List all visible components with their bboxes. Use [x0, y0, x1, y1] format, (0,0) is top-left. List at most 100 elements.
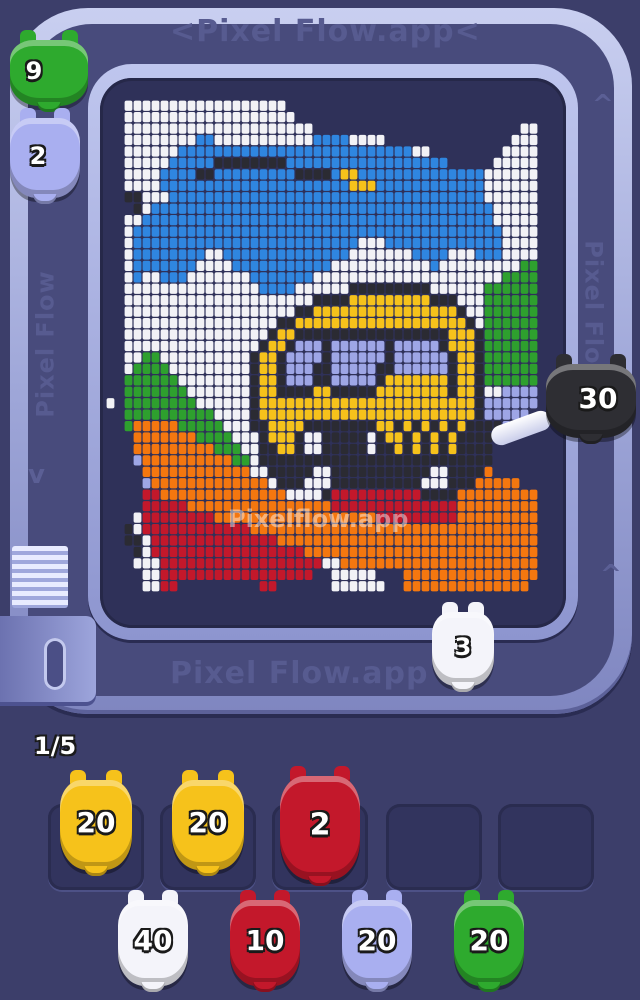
pixel-block — [322, 432, 331, 443]
pixel-block — [349, 226, 358, 237]
pixel-block — [196, 455, 205, 466]
pixel-block — [358, 203, 367, 214]
pixel-block — [160, 272, 169, 283]
pixel-block — [358, 340, 367, 352]
pixel-block — [340, 375, 349, 386]
pixel-block — [511, 352, 520, 363]
reserve-shooter-red[interactable]: 10 — [230, 890, 300, 992]
pixel-block — [169, 432, 178, 443]
pixel-block — [205, 237, 214, 249]
pixel-block — [250, 363, 259, 375]
pixel-block — [475, 558, 484, 569]
pixel-block — [304, 386, 313, 397]
queued-shooter-yellow[interactable]: 20 — [60, 770, 132, 876]
pixel-block — [466, 512, 475, 523]
shooter-white[interactable]: 3 — [432, 602, 494, 692]
reserve-shooter-white[interactable]: 40 — [118, 890, 188, 992]
pixel-block — [268, 363, 277, 375]
pixel-block — [430, 169, 439, 180]
pixel-block — [241, 329, 250, 340]
pixel-block — [268, 123, 277, 134]
pixel-block — [223, 398, 232, 409]
pixel-block — [196, 203, 205, 214]
pixel-block — [322, 443, 331, 455]
pixel-block — [160, 398, 169, 409]
pixel-block — [502, 329, 511, 340]
pixel-block — [466, 352, 475, 363]
pixel-block — [367, 169, 376, 180]
pixel-block — [394, 558, 403, 569]
pixel-block — [349, 180, 358, 191]
pixel-block — [493, 295, 502, 306]
pixel-block — [358, 272, 367, 283]
pixel-block — [250, 546, 259, 558]
pixel-block — [169, 226, 178, 237]
pixel-block — [466, 466, 475, 477]
pixel-block — [484, 283, 493, 294]
pixel-block — [367, 581, 376, 592]
pixel-block — [313, 386, 322, 397]
pixel-block — [223, 478, 232, 489]
pixel-block — [502, 306, 511, 317]
pixel-block — [493, 260, 502, 272]
pixel-block — [259, 569, 268, 580]
shooter-green[interactable]: 9 — [10, 30, 88, 112]
pixel-block — [160, 523, 169, 535]
reserve-shooter-lavender[interactable]: 20 — [342, 890, 412, 992]
pixel-block — [421, 329, 430, 340]
pixel-block — [457, 581, 466, 592]
pixel-block — [385, 420, 394, 432]
queue-slot-4[interactable] — [386, 804, 482, 890]
pixel-block — [430, 569, 439, 580]
pixel-block — [142, 169, 151, 180]
pixel-block — [340, 443, 349, 455]
reserve-shooter-green[interactable]: 20 — [454, 890, 524, 992]
pixel-block — [349, 340, 358, 352]
pixel-block — [277, 558, 286, 569]
pixel-block — [124, 329, 133, 340]
pixel-block — [412, 237, 421, 249]
pixel-block — [358, 489, 367, 500]
pixel-block — [439, 352, 448, 363]
pixel-block — [160, 283, 169, 294]
pixel-block — [196, 180, 205, 191]
pixel-block — [259, 134, 268, 146]
pixel-block — [250, 100, 259, 111]
pixel-block — [313, 375, 322, 386]
pixel-block — [367, 146, 376, 157]
pixel-block — [430, 535, 439, 546]
pixel-block — [178, 409, 187, 420]
pixel-block — [376, 546, 385, 558]
pixel-block — [439, 581, 448, 592]
pixel-block — [412, 535, 421, 546]
pixel-block — [367, 432, 376, 443]
shooter-lavender[interactable]: 2 — [10, 108, 80, 204]
queued-shooter-red[interactable]: 2 — [280, 766, 360, 886]
queue-slot-5[interactable] — [498, 804, 594, 890]
pixel-block — [232, 100, 241, 111]
pixel-block — [367, 134, 376, 146]
pixel-block — [259, 157, 268, 169]
pixel-block — [250, 134, 259, 146]
pixel-block — [493, 192, 502, 203]
pixel-block — [196, 226, 205, 237]
pixel-block — [385, 546, 394, 558]
pixel-block — [457, 398, 466, 409]
pixel-block — [421, 523, 430, 535]
pixel-block — [466, 375, 475, 386]
shooter-black[interactable]: 30 — [546, 354, 636, 444]
pixel-block — [277, 340, 286, 352]
pixel-block — [376, 237, 385, 249]
pixel-block — [160, 420, 169, 432]
pixel-block — [421, 215, 430, 226]
pixel-block — [493, 340, 502, 352]
pixel-block — [232, 134, 241, 146]
pixel-block — [349, 466, 358, 477]
pixel-block — [160, 535, 169, 546]
pixel-block — [142, 455, 151, 466]
pixel-block — [178, 443, 187, 455]
pixel-block — [151, 398, 160, 409]
queued-shooter-yellow[interactable]: 20 — [172, 770, 244, 876]
pixel-block — [502, 283, 511, 294]
pixel-block — [520, 169, 529, 180]
